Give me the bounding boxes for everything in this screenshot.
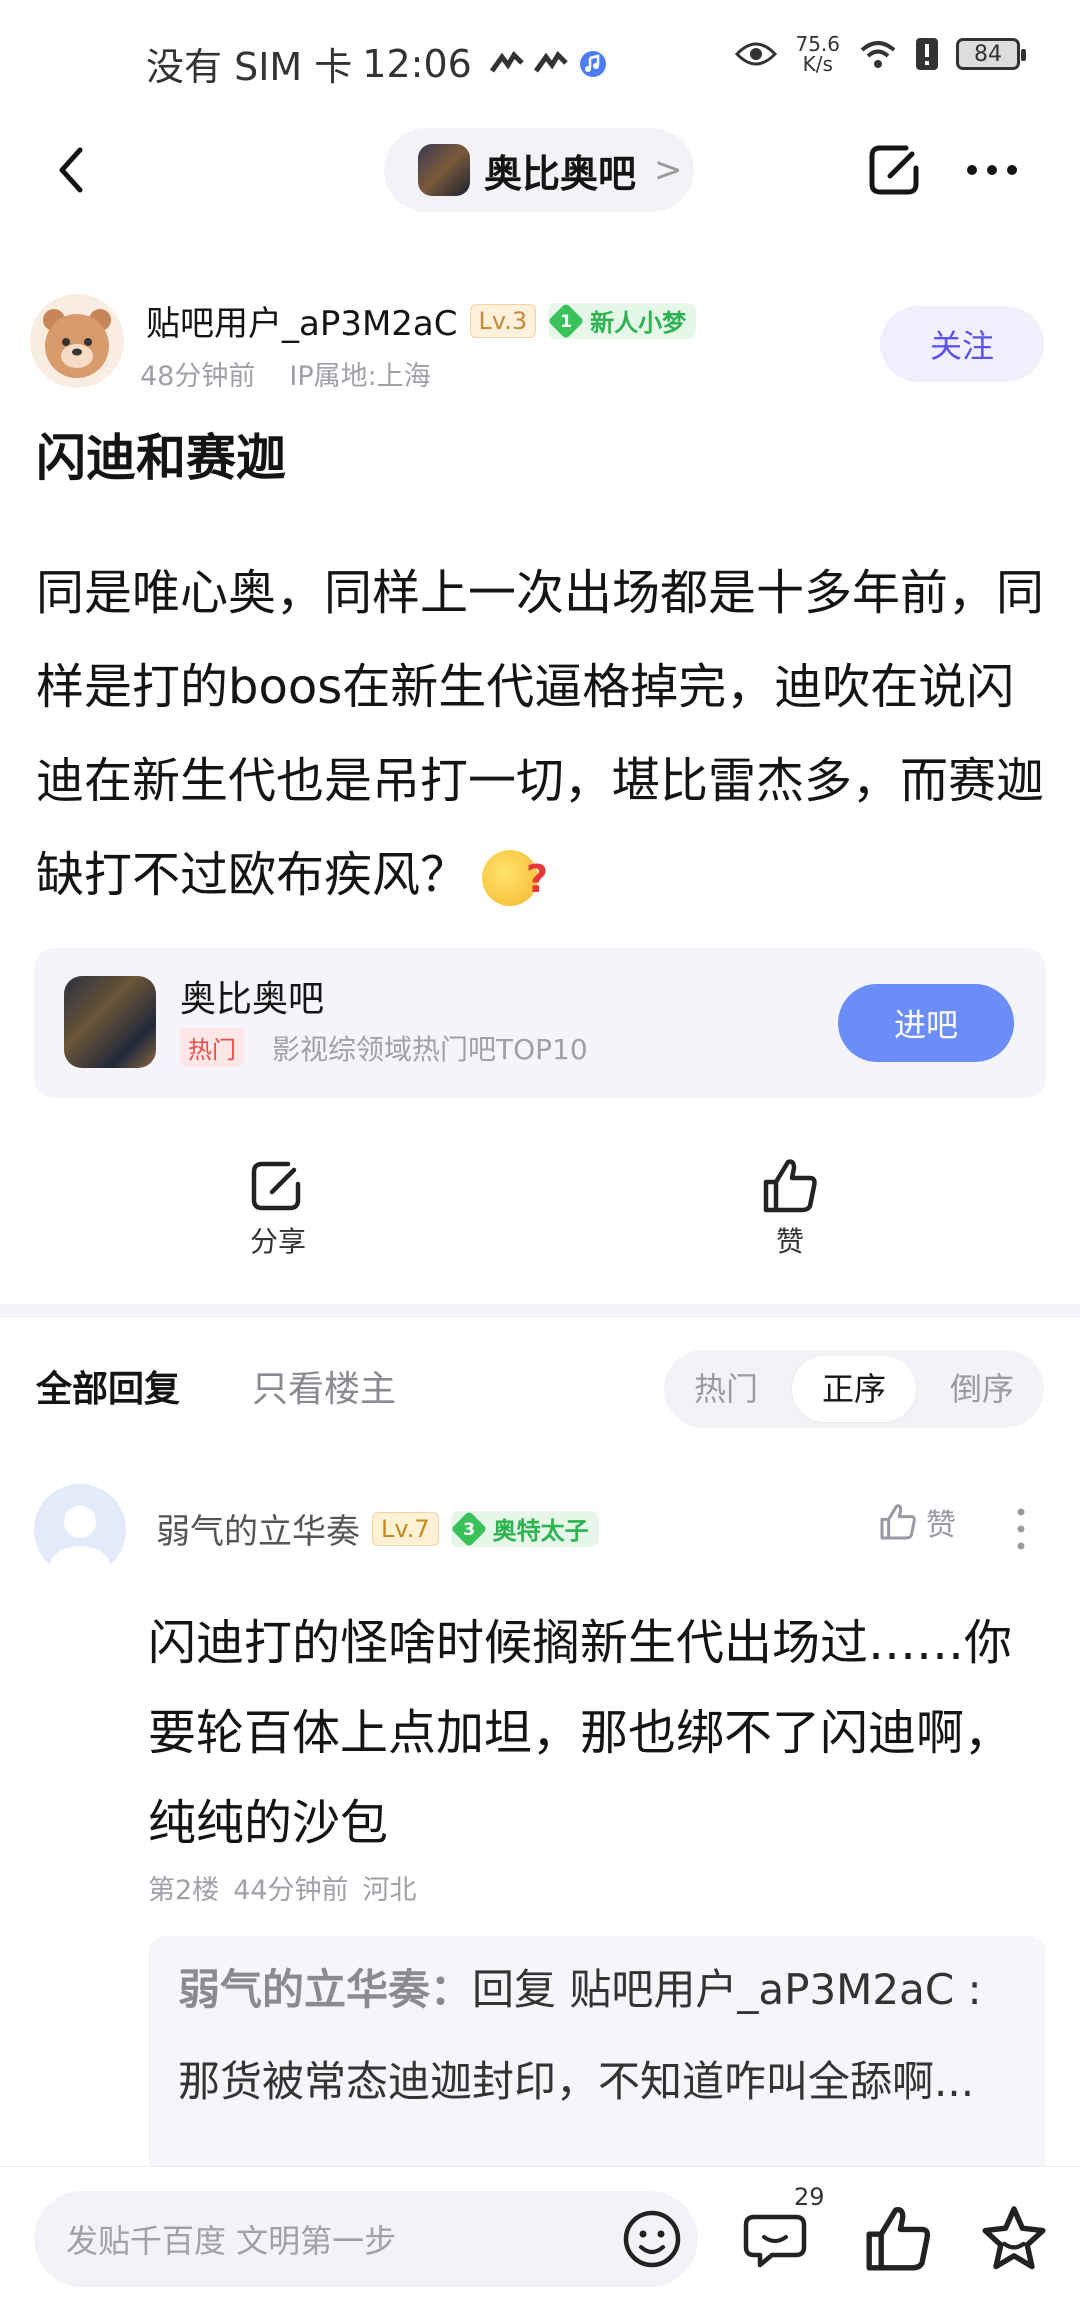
status-bar: 没有 SIM 卡 12:06 75.6 K/s 84 — [0, 0, 1080, 120]
comment-like-label: 赞 — [926, 1508, 956, 1543]
forum-card-thumbnail — [64, 976, 156, 1068]
comment-like-button[interactable]: 赞 — [878, 1500, 956, 1544]
author-avatar[interactable] — [30, 294, 124, 388]
comment-icon[interactable] — [742, 2203, 814, 2275]
post-body: 同是唯心奥，同样上一次出场都是十多年前，同样是打的boos在新生代逼格掉完，迪吹… — [36, 546, 1046, 926]
tab-owner-only[interactable]: 只看楼主 — [252, 1360, 396, 1412]
reply-tabs: 全部回复 只看楼主 热门 正序 倒序 — [0, 1346, 1080, 1430]
sort-hot[interactable]: 热门 — [664, 1356, 788, 1422]
thinking-emoji-icon — [482, 832, 548, 926]
speed-unit: K/s — [802, 52, 833, 76]
carrier-text: 没有 SIM 卡 — [146, 45, 353, 89]
thumbs-up-icon — [763, 1159, 817, 1213]
thumbs-up-icon[interactable] — [862, 2203, 934, 2275]
author-name-row: 贴吧用户_aP3M2aC Lv.3 1 新人小梦 — [146, 296, 697, 345]
forum-thumbnail — [418, 144, 470, 196]
clock: 12:06 — [362, 41, 472, 86]
more-vertical-icon[interactable] — [1006, 1504, 1036, 1554]
share-action[interactable]: 分享 — [248, 1156, 308, 1260]
title-badge-num: 1 — [560, 310, 573, 331]
sub-reply-box[interactable]: 弱气的立华奏：回复 贴吧用户_aP3M2aC :那货被常态迪迦封印，不知道咋叫全… — [148, 1936, 1046, 2176]
follow-button[interactable]: 关注 — [880, 306, 1044, 382]
title-badge-text: 新人小梦 — [590, 309, 687, 337]
battery-indicator: 84 — [956, 38, 1026, 70]
sub-reply-sep: ： — [430, 1965, 473, 2014]
speed-value: 75.6 — [795, 32, 840, 56]
like-action[interactable]: 赞 — [760, 1156, 820, 1260]
comment-time: 44分钟前 — [233, 1875, 349, 1906]
comment-count: 29 — [794, 2183, 825, 2211]
emoji-icon[interactable] — [614, 2201, 690, 2277]
comment-body: 闪迪打的怪啥时候搁新生代出场过……你要轮百体上点加坦，那也绑不了闪迪啊，纯纯的沙… — [148, 1615, 1013, 1851]
default-avatar-icon — [34, 1484, 126, 1576]
diamond-icon: 3 — [450, 1510, 487, 1547]
share-label: 分享 — [249, 1225, 306, 1258]
sort-ascending[interactable]: 正序 — [792, 1356, 916, 1422]
title-badge: 1 新人小梦 — [547, 302, 697, 339]
bear-avatar-icon — [43, 309, 111, 378]
forum-card-desc: 影视综领域热门吧TOP10 — [272, 1033, 588, 1066]
commenter-avatar[interactable] — [34, 1484, 126, 1576]
music-icon — [579, 50, 606, 77]
level-badge: Lv.7 — [372, 1511, 439, 1546]
compose-input[interactable]: 发贴千百度 文明第一步 — [34, 2191, 698, 2287]
post-author-row: 贴吧用户_aP3M2aC Lv.3 1 新人小梦 48分钟前 IP属地:上海 关… — [0, 290, 1080, 400]
forum-card[interactable]: 奥比奥吧 热门 影视综领域热门吧TOP10 进吧 — [34, 948, 1046, 1098]
author-name[interactable]: 贴吧用户_aP3M2aC — [146, 296, 458, 345]
status-left: 没有 SIM 卡 12:06 — [146, 36, 608, 91]
network-speed: 75.6 K/s — [795, 34, 840, 74]
forum-card-name: 奥比奥吧 — [180, 979, 325, 1020]
title-badge-num: 3 — [462, 1518, 475, 1539]
title-badge-text: 奥特太子 — [492, 1517, 589, 1545]
comment-meta: 第2楼 44分钟前 河北 — [148, 1868, 417, 1907]
star-icon[interactable] — [978, 2203, 1050, 2275]
post-ip: IP属地:上海 — [289, 361, 431, 392]
commenter-name[interactable]: 弱气的立华奏 — [156, 1504, 360, 1553]
hot-tag: 热门 — [180, 1028, 244, 1067]
bottom-bar: 发贴千百度 文明第一步 29 — [0, 2166, 1080, 2310]
tab-all-replies[interactable]: 全部回复 — [36, 1360, 180, 1412]
section-divider — [0, 1304, 1080, 1318]
share-icon[interactable] — [866, 140, 926, 200]
sub-reply-author: 弱气的立华奏 — [178, 1965, 431, 2014]
title-badge: 3 奥特太子 — [450, 1510, 599, 1547]
more-icon[interactable] — [962, 140, 1022, 200]
notification-icons — [489, 49, 608, 79]
commenter-name-row: 弱气的立华奏 Lv.7 3 奥特太子 — [156, 1504, 599, 1553]
share-icon — [251, 1161, 301, 1211]
forum-pill-name: 奥比奥吧 — [484, 151, 637, 196]
nav-bar: 奥比奥吧 > — [0, 120, 1080, 220]
post-meta: 48分钟前 IP属地:上海 — [140, 354, 431, 393]
alert-icon — [916, 38, 938, 70]
sort-toggle: 热门 正序 倒序 — [664, 1350, 1044, 1428]
tiktok-icon — [489, 50, 524, 72]
join-forum-button[interactable]: 进吧 — [838, 984, 1014, 1062]
sort-descending[interactable]: 倒序 — [920, 1356, 1044, 1422]
diamond-icon: 1 — [547, 302, 585, 339]
comment-location: 河北 — [362, 1875, 417, 1906]
forum-pill[interactable]: 奥比奥吧 > — [384, 128, 694, 212]
post-title: 闪迪和赛迦 — [36, 429, 286, 487]
chevron-right-icon: > — [654, 150, 683, 190]
post-time: 48分钟前 — [140, 361, 256, 392]
compose-placeholder: 发贴千百度 文明第一步 — [66, 2222, 397, 2260]
status-right: 75.6 K/s 84 — [735, 34, 1026, 74]
tiktok-icon — [533, 50, 568, 72]
back-icon[interactable] — [44, 140, 104, 200]
wifi-icon — [860, 41, 896, 68]
comment-floor: 第2楼 — [148, 1875, 220, 1906]
eye-icon — [735, 42, 778, 66]
thumbs-up-icon — [880, 1504, 916, 1540]
like-label: 赞 — [775, 1225, 804, 1258]
level-badge: Lv.3 — [469, 303, 537, 338]
